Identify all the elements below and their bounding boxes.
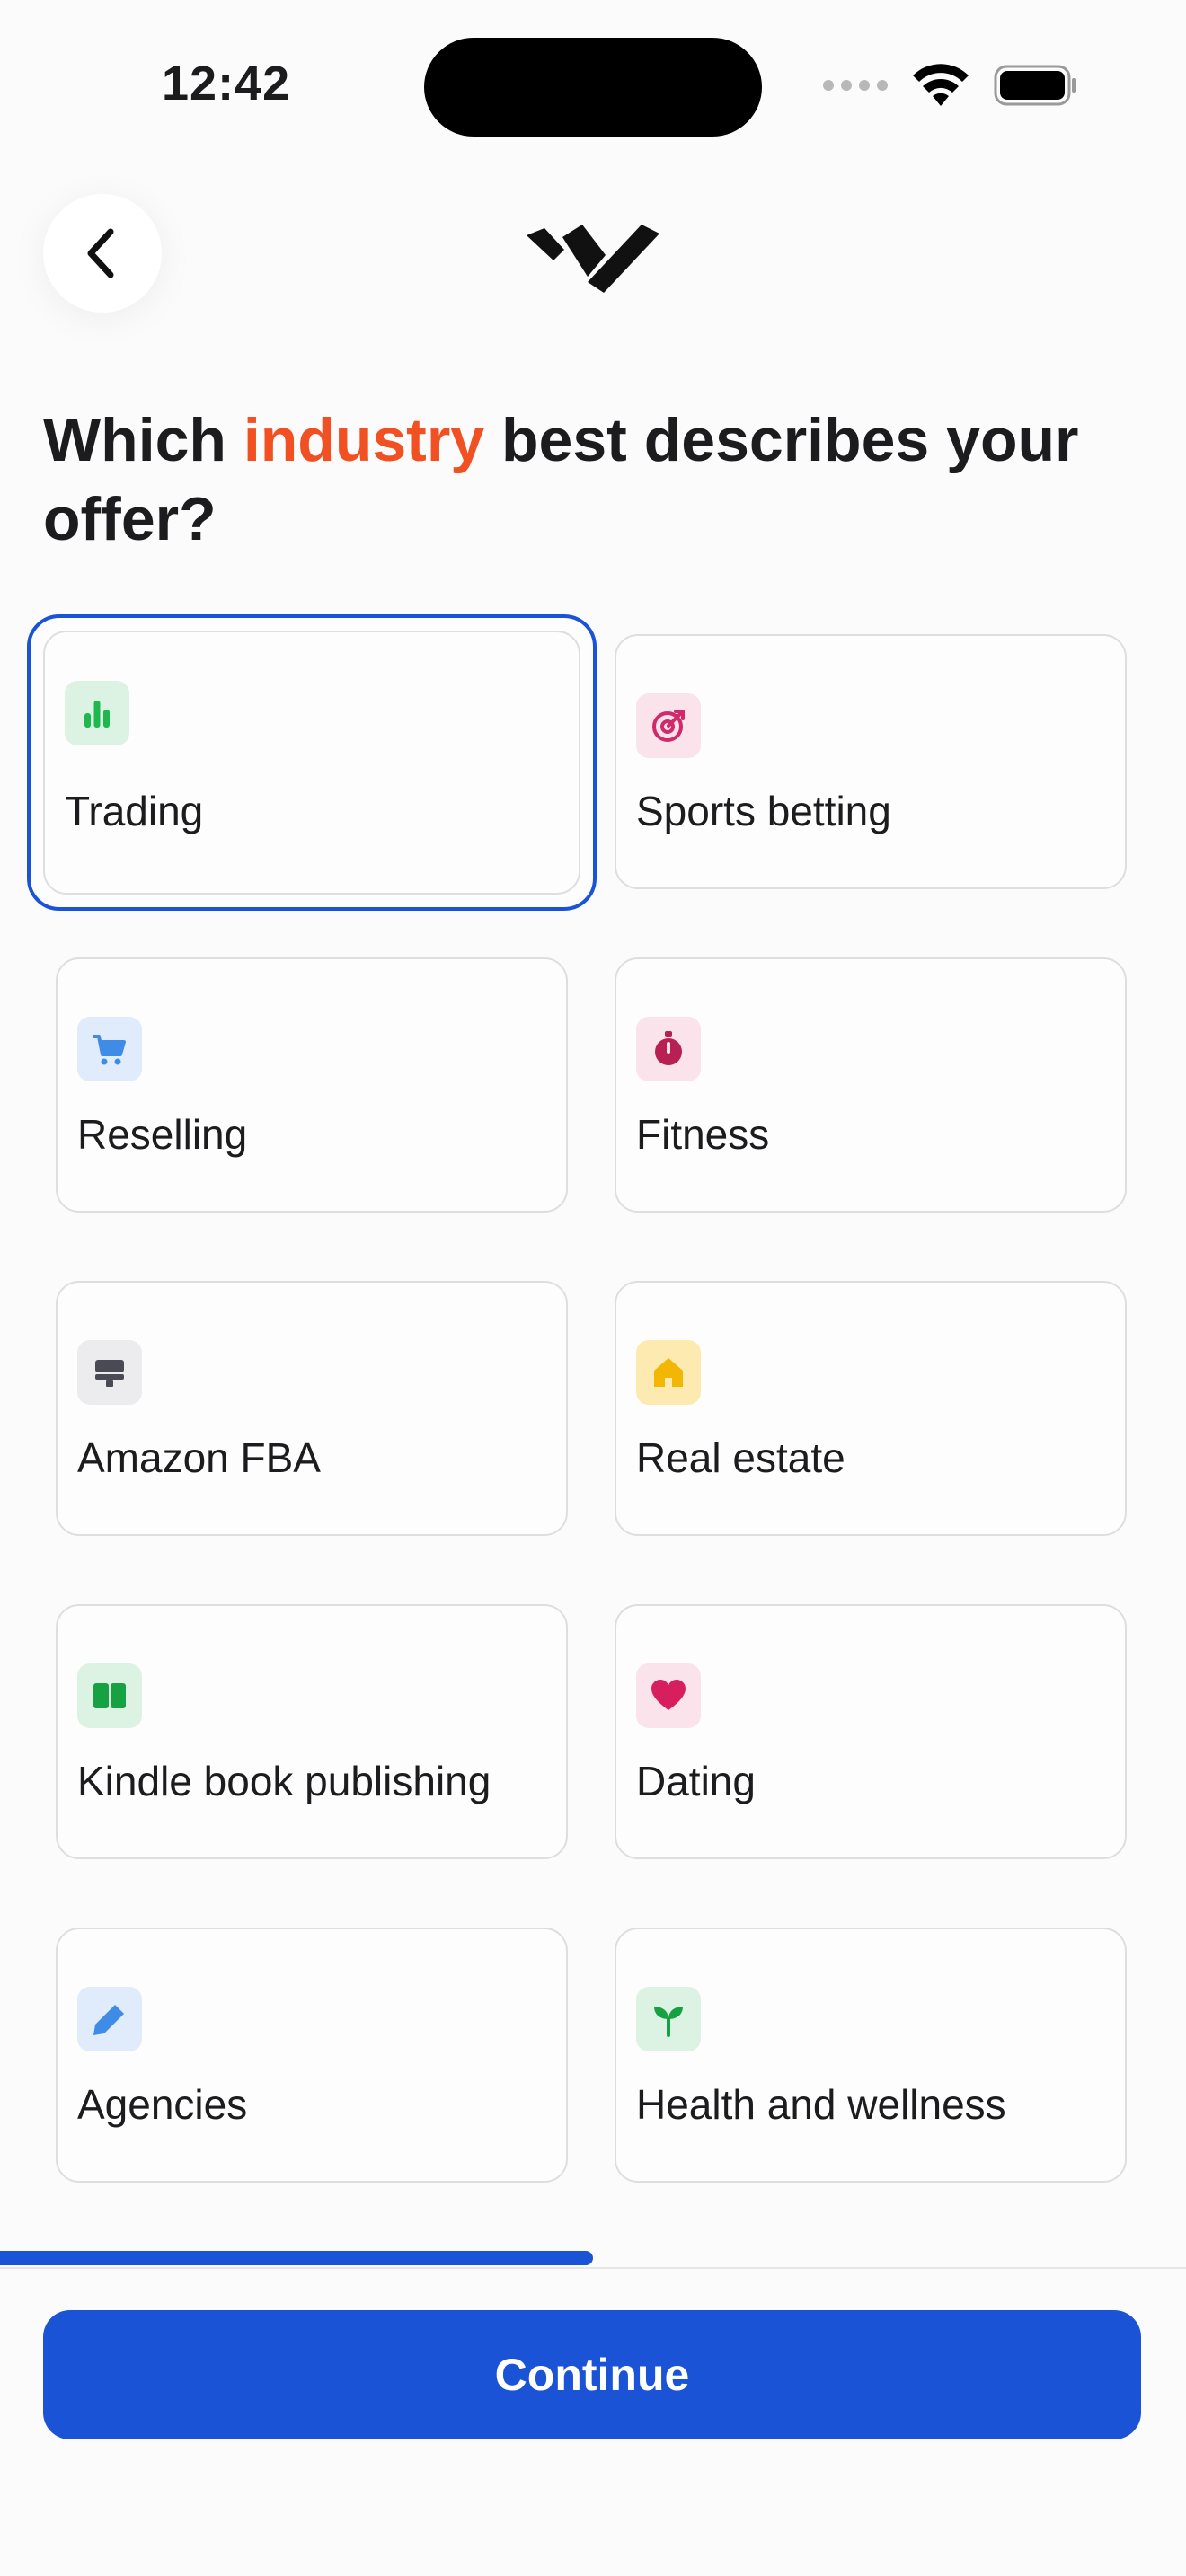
- industry-card-sports-betting[interactable]: Sports betting: [615, 634, 1127, 889]
- industry-label: Amazon FBA: [77, 1434, 321, 1481]
- bar-chart-icon: [65, 681, 129, 745]
- status-icons: [823, 63, 1078, 108]
- continue-button[interactable]: Continue: [43, 2310, 1141, 2439]
- house-icon: [636, 1340, 701, 1405]
- heart-icon: [636, 1663, 701, 1728]
- industry-label: Sports betting: [636, 788, 891, 834]
- page-title: Which industry best describes your offer…: [43, 401, 1121, 559]
- progress-track: [0, 2267, 1186, 2269]
- industry-label: Agencies: [77, 2081, 248, 2128]
- cash-register-icon: [77, 1340, 142, 1405]
- cellular-signal-icon: [823, 80, 888, 91]
- dynamic-island: [424, 38, 762, 137]
- progress-bar: [0, 2251, 593, 2265]
- battery-icon: [994, 65, 1076, 106]
- industry-card-trading[interactable]: Trading: [27, 614, 597, 911]
- industry-label: Real estate: [636, 1434, 845, 1481]
- industry-card-health-and-wellness[interactable]: Health and wellness: [615, 1928, 1127, 2183]
- title-highlight: industry: [243, 406, 485, 474]
- industry-label: Health and wellness: [636, 2081, 1006, 2128]
- industry-card-amazon-fba[interactable]: Amazon FBA: [56, 1281, 568, 1536]
- industry-label: Reselling: [77, 1111, 248, 1158]
- industry-card-fitness[interactable]: Fitness: [615, 957, 1127, 1213]
- industry-card-kindle-book-publishing[interactable]: Kindle book publishing: [56, 1604, 568, 1859]
- pencil-icon: [77, 1987, 142, 2051]
- industry-card-real-estate[interactable]: Real estate: [615, 1281, 1127, 1536]
- shopping-cart-icon: [77, 1017, 142, 1081]
- wifi-icon: [913, 64, 969, 106]
- sprout-icon: [636, 1987, 701, 2051]
- stopwatch-icon: [636, 1017, 701, 1081]
- industry-label: Fitness: [636, 1111, 770, 1158]
- target-icon: [636, 693, 701, 758]
- industry-label: Trading: [65, 788, 204, 834]
- back-button[interactable]: [43, 194, 162, 313]
- book-icon: [77, 1663, 142, 1728]
- industry-card-agencies[interactable]: Agencies: [56, 1928, 568, 2183]
- title-part-1: Which: [43, 406, 243, 474]
- industry-card-reselling[interactable]: Reselling: [56, 957, 568, 1213]
- chevron-left-icon: [87, 228, 114, 278]
- status-time: 12:42: [162, 57, 291, 110]
- industry-card-dating[interactable]: Dating: [615, 1604, 1127, 1859]
- brand-logo: [527, 225, 659, 293]
- industry-label: Dating: [636, 1758, 756, 1804]
- industry-label: Kindle book publishing: [77, 1758, 491, 1804]
